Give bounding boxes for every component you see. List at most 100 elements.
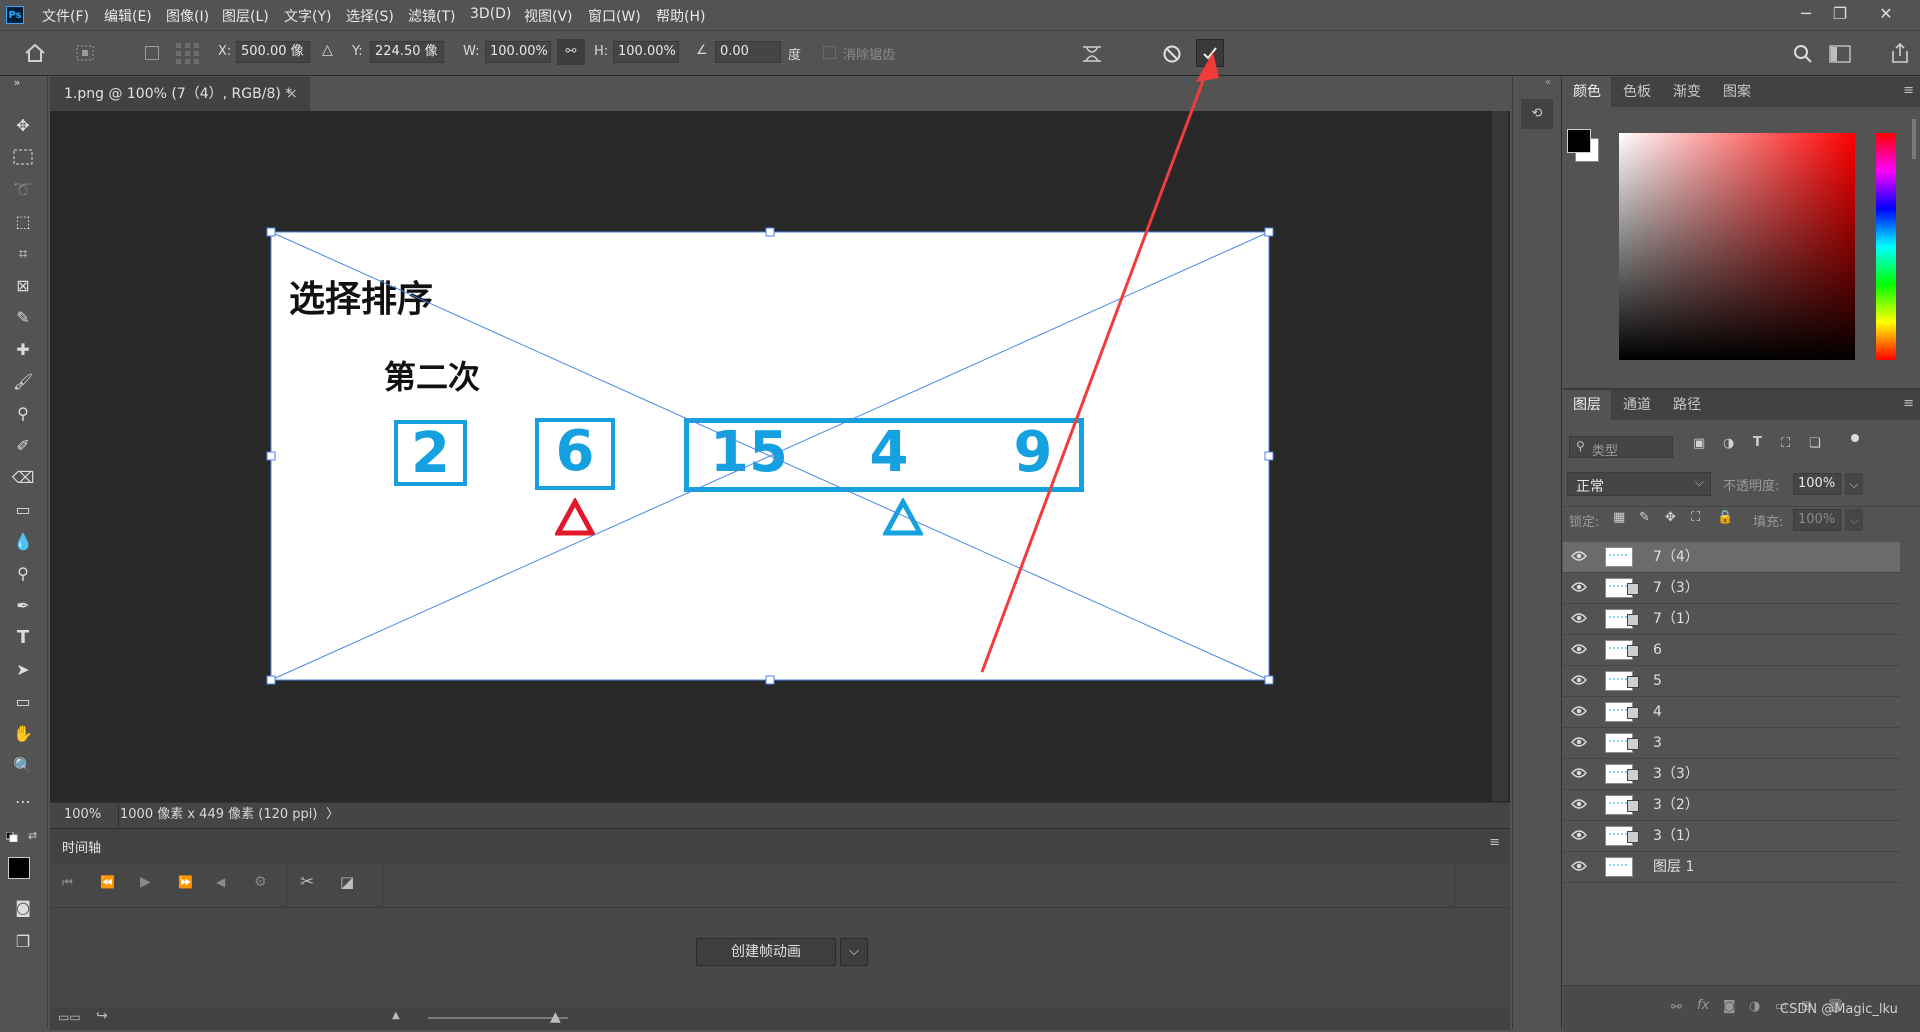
zoom-out-mountain-icon[interactable]: ▲: [392, 1010, 400, 1021]
warp-icon[interactable]: [1080, 43, 1104, 65]
pen-tool-icon[interactable]: ✒: [10, 593, 36, 619]
filter-adjustment-icon[interactable]: ◑: [1723, 436, 1734, 451]
frame-tool-icon[interactable]: ⊠: [10, 273, 36, 299]
status-chevron-icon[interactable]: 〉: [326, 803, 339, 827]
layer-row[interactable]: 7（4）: [1563, 542, 1900, 573]
new-adjustment-icon[interactable]: ◑: [1749, 999, 1760, 1014]
antialias-checkbox[interactable]: [823, 46, 836, 59]
search-icon[interactable]: [1793, 44, 1813, 64]
eye-icon[interactable]: [1571, 550, 1587, 562]
layer-row[interactable]: 6: [1563, 635, 1900, 666]
eyedropper-tool-icon[interactable]: ✎: [10, 305, 36, 331]
menu-filter[interactable]: 滤镜(T): [408, 6, 455, 26]
filter-image-icon[interactable]: ▣: [1693, 436, 1705, 451]
menu-view[interactable]: 视图(V): [524, 6, 573, 26]
object-selection-tool-icon[interactable]: ⬚: [10, 209, 36, 235]
timeline-zoom-slider[interactable]: [428, 1017, 568, 1019]
timeline-title[interactable]: 时间轴: [62, 837, 101, 856]
layer-row[interactable]: 7（1）: [1563, 604, 1900, 635]
audio-icon[interactable]: ◀: [216, 875, 225, 889]
collapse-icon[interactable]: »: [4, 77, 30, 89]
menu-image[interactable]: 图像(I): [166, 6, 209, 26]
brush-tool-icon[interactable]: 🖌: [10, 369, 36, 395]
tab-layers[interactable]: 图层: [1563, 390, 1611, 420]
minimize-icon[interactable]: ─: [1792, 2, 1820, 26]
blend-mode-select[interactable]: 正常 ⌵: [1567, 472, 1711, 496]
chevron-down-icon[interactable]: ⌵: [1845, 509, 1863, 531]
tab-paths[interactable]: 路径: [1663, 390, 1711, 420]
history-brush-tool-icon[interactable]: ✐: [10, 433, 36, 459]
tab-channels[interactable]: 通道: [1613, 390, 1661, 420]
layer-row[interactable]: 3（2）: [1563, 790, 1900, 821]
lock-all-icon[interactable]: 🔒: [1717, 510, 1733, 525]
width-field[interactable]: 100.00%: [485, 41, 551, 63]
height-field[interactable]: 100.00%: [613, 41, 679, 63]
filter-toggle-icon[interactable]: [1851, 434, 1859, 442]
panel-menu-icon[interactable]: ≡: [1903, 83, 1914, 98]
filter-shape-icon[interactable]: ⛶: [1781, 436, 1790, 451]
quick-mask-icon[interactable]: ◙: [10, 895, 36, 921]
layer-filter-dropdown[interactable]: ⚲ 类型: [1569, 436, 1673, 459]
tab-close-icon[interactable]: ×: [286, 77, 298, 111]
next-frame-icon[interactable]: ⏩: [178, 875, 193, 889]
crop-tool-icon[interactable]: ⌗: [10, 241, 36, 267]
screen-mode-icon[interactable]: ❐: [10, 929, 36, 955]
menu-select[interactable]: 选择(S): [346, 6, 394, 26]
layer-row[interactable]: 图层 1: [1563, 852, 1900, 883]
layer-row[interactable]: 3（3）: [1563, 759, 1900, 790]
create-frame-animation-button[interactable]: 创建帧动画: [696, 938, 836, 966]
tab-gradients[interactable]: 渐变: [1663, 77, 1711, 107]
angle-field[interactable]: 0.00: [715, 41, 781, 63]
type-tool-icon[interactable]: T: [10, 625, 36, 651]
layer-row[interactable]: 5: [1563, 666, 1900, 697]
lock-artboard-icon[interactable]: ⛶: [1691, 510, 1700, 525]
panel-menu-icon[interactable]: ≡: [1489, 835, 1500, 850]
eye-icon[interactable]: [1571, 860, 1587, 872]
eye-icon[interactable]: [1571, 767, 1587, 779]
fx-icon[interactable]: fx: [1697, 998, 1709, 1013]
hand-tool-icon[interactable]: ✋: [10, 721, 36, 747]
healing-brush-tool-icon[interactable]: ✚: [10, 337, 36, 363]
previous-frame-icon[interactable]: ⏪: [100, 875, 115, 889]
frame-view-icon[interactable]: ▭▭: [58, 1010, 81, 1024]
document-tab[interactable]: 1.png @ 100% (7（4）, RGB/8) * ×: [50, 77, 310, 111]
restore-icon[interactable]: ❐: [1826, 2, 1854, 26]
workspace-icon[interactable]: [1829, 45, 1851, 63]
settings-gear-icon[interactable]: ⚙: [254, 874, 267, 890]
menu-type[interactable]: 文字(Y): [284, 6, 331, 26]
marquee-tool-icon[interactable]: [10, 144, 36, 170]
vertical-scrollbar[interactable]: [1492, 111, 1508, 801]
zoom-tool-icon[interactable]: 🔍: [10, 753, 36, 779]
layer-row[interactable]: 4: [1563, 697, 1900, 728]
zoom-level[interactable]: 100%: [64, 803, 101, 827]
menu-edit[interactable]: 编辑(E): [104, 6, 152, 26]
commit-transform-button[interactable]: [1196, 39, 1224, 67]
panel-menu-icon[interactable]: ≡: [1903, 396, 1914, 411]
lock-position-icon[interactable]: ✥: [1665, 510, 1676, 525]
cancel-transform-icon[interactable]: [1162, 44, 1182, 64]
chevron-down-icon[interactable]: ⌵: [1845, 473, 1863, 495]
panel-scrollbar[interactable]: [1912, 119, 1916, 159]
lock-transparent-icon[interactable]: ▦: [1613, 510, 1625, 525]
more-tools-icon[interactable]: ⋯: [10, 789, 36, 815]
transition-icon[interactable]: ◪: [340, 873, 354, 891]
zoom-in-mountain-icon[interactable]: ▲: [550, 1009, 561, 1025]
share-icon[interactable]: [1890, 42, 1910, 64]
eye-icon[interactable]: [1571, 798, 1587, 810]
hue-slider[interactable]: [1876, 133, 1896, 360]
reference-point-icon[interactable]: [74, 43, 96, 63]
color-field[interactable]: [1619, 133, 1855, 360]
eye-icon[interactable]: [1571, 643, 1587, 655]
foreground-color-swatch[interactable]: [8, 857, 30, 879]
path-selection-tool-icon[interactable]: ➤: [10, 657, 36, 683]
add-mask-icon[interactable]: ◙: [1723, 999, 1736, 1014]
eye-icon[interactable]: [1571, 829, 1587, 841]
split-scissors-icon[interactable]: ✂: [300, 872, 314, 892]
reference-point-checkbox[interactable]: [145, 46, 159, 60]
clone-stamp-tool-icon[interactable]: ⚲: [10, 401, 36, 427]
rectangle-tool-icon[interactable]: ▭: [10, 689, 36, 715]
menu-3d[interactable]: 3D(D): [470, 6, 511, 22]
x-position-field[interactable]: 500.00 像: [236, 41, 310, 63]
opacity-field[interactable]: 100%: [1793, 473, 1841, 495]
home-icon[interactable]: [24, 43, 46, 63]
